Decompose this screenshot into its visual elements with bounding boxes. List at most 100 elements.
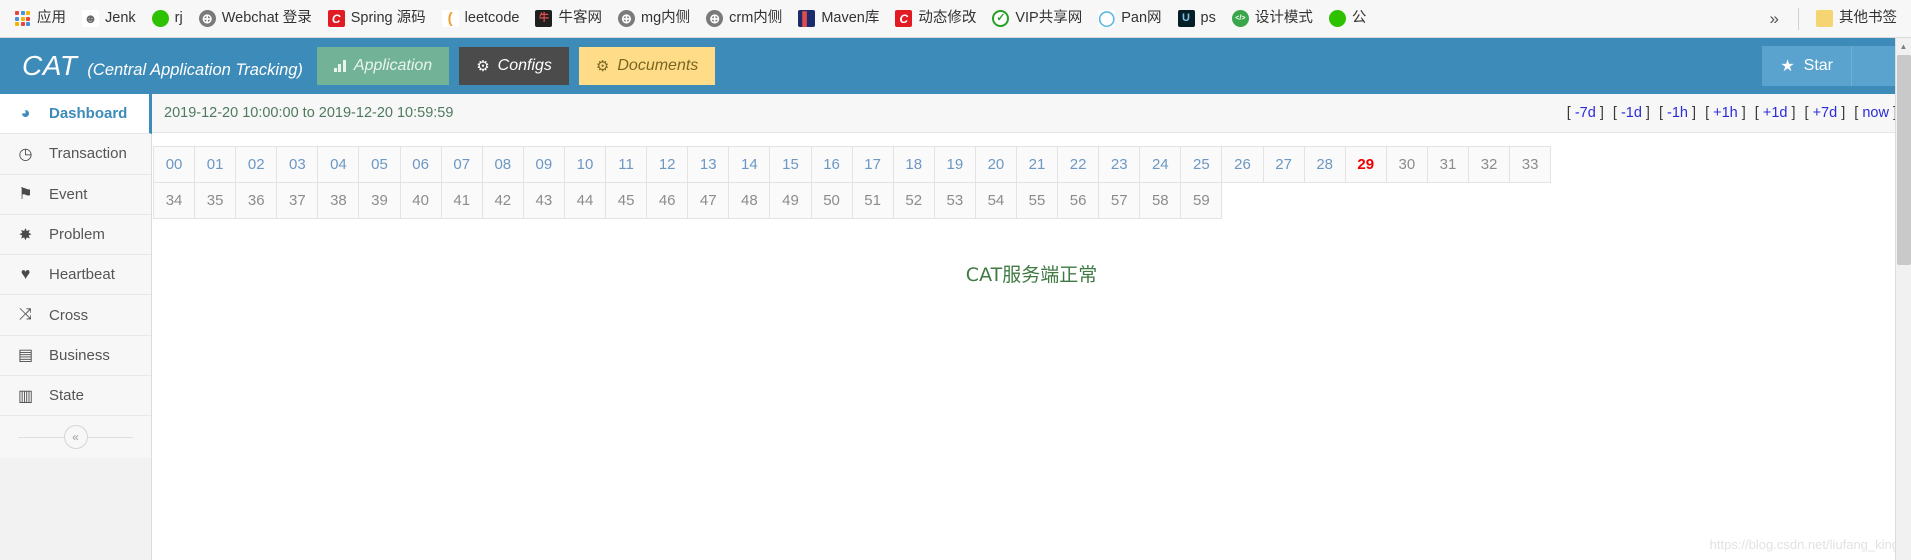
gears-icon: ⚙	[595, 58, 610, 75]
star-button[interactable]: ★ Star	[1762, 46, 1851, 86]
header-tab-configs[interactable]: ⚙ Configs	[459, 47, 569, 85]
bookmark-label: 动态修改	[918, 10, 977, 27]
bookmarks-overflow-button[interactable]: »	[1760, 7, 1789, 31]
minute-cell[interactable]: 02	[236, 147, 278, 183]
sidebar-item-label: Cross	[49, 306, 89, 324]
bracket-open: [	[1566, 105, 1575, 121]
bracket-close: ]	[1641, 105, 1650, 121]
shuffle-icon: ⤨	[19, 306, 32, 324]
minute-cell[interactable]: 25	[1181, 147, 1223, 183]
minute-cell[interactable]: 09	[523, 147, 565, 183]
bookmark-item[interactable]: 应用	[6, 7, 74, 30]
bookmark-item[interactable]: C 动态修改	[887, 7, 984, 30]
c-red-icon: C	[327, 10, 345, 27]
bookmark-item[interactable]: ⊕ Webchat 登录	[191, 7, 320, 30]
minute-cell: 36	[236, 183, 278, 219]
minute-cell[interactable]: 04	[318, 147, 360, 183]
list-icon: ▤	[17, 347, 34, 365]
sidebar-item-problem[interactable]: ✸ Problem	[0, 214, 151, 256]
bookmark-item[interactable]: ⊕ crm内侧	[698, 7, 790, 30]
bookmark-item[interactable]: ▌ Maven库	[790, 7, 887, 30]
bookmark-item[interactable]: ☻ Jenk	[74, 7, 144, 30]
bookmark-item[interactable]: rj	[144, 7, 191, 30]
time-shortcut-minus-7d[interactable]: [ -7d ]	[1567, 105, 1604, 121]
minute-cell[interactable]: 26	[1222, 147, 1264, 183]
minute-cell[interactable]: 08	[482, 147, 524, 183]
bookmark-label: 应用	[37, 10, 66, 27]
time-shortcut-plusminus-7d[interactable]: [ +7d ]	[1805, 105, 1846, 121]
minute-cell[interactable]: 27	[1263, 147, 1305, 183]
bookmark-item[interactable]: C Spring 源码	[320, 7, 434, 30]
sidebar-collapse-button[interactable]: «	[63, 425, 88, 450]
sidebar-item-business[interactable]: ▤ Business	[0, 335, 151, 377]
time-shortcut-now[interactable]: [ now ]	[1854, 105, 1897, 121]
page-scrollbar[interactable]: ▲	[1895, 38, 1911, 560]
time-shortcut-minus-1d[interactable]: [ -1d ]	[1613, 105, 1650, 121]
time-shortcut-plusminus-1d[interactable]: [ +1d ]	[1755, 105, 1796, 121]
bookmark-item[interactable]: (leetcode	[434, 7, 528, 30]
pan-cloud-icon: ◯	[1098, 10, 1116, 27]
bookmark-item[interactable]: 公	[1321, 7, 1375, 30]
time-range-label: 2019-12-20 10:00:00 to 2019-12-20 10:59:…	[164, 105, 454, 121]
sidebar-item-event[interactable]: ⚑ Event	[0, 174, 151, 215]
bookmark-item[interactable]: ✓ VIP共享网	[984, 7, 1090, 30]
minute-cell[interactable]: 19	[934, 147, 976, 183]
minute-cell[interactable]: 23	[1099, 147, 1141, 183]
other-bookmarks-label: 其他书签	[1839, 10, 1897, 27]
app-body: ◕ Dashboard ◷ Transaction ⚑ Event ✸ Problem ♥ Hea…	[0, 94, 1911, 560]
minute-cell[interactable]: 22	[1058, 147, 1100, 183]
scrollbar-thumb[interactable]	[1897, 55, 1911, 265]
other-bookmarks-button[interactable]: 其他书签	[1808, 7, 1905, 30]
minute-cell[interactable]: 20	[975, 147, 1017, 183]
bookmark-item[interactable]: ◯ Pan网	[1090, 7, 1169, 30]
minute-cell[interactable]: 15	[770, 147, 812, 183]
apps-grid-icon	[14, 10, 31, 27]
minute-cell[interactable]: 24	[1140, 147, 1182, 183]
header-tab-application[interactable]: Application	[316, 47, 450, 85]
minute-cell: 38	[318, 183, 360, 219]
minute-cell[interactable]: 06	[400, 147, 442, 183]
minute-cell[interactable]: 03	[277, 147, 319, 183]
scroll-up-arrow-icon[interactable]: ▲	[1896, 38, 1911, 54]
bookmark-item[interactable]: ⊕ mg内侧	[610, 7, 698, 30]
gears-icon: ⚙	[476, 58, 490, 75]
minute-cell[interactable]: 07	[441, 147, 483, 183]
sidebar-item-transaction[interactable]: ◷ Transaction	[0, 134, 151, 175]
sidebar-item-label: Heartbeat	[49, 266, 115, 284]
sidebar-item-state[interactable]: ▥ State	[0, 376, 151, 417]
sidebar-item-heartbeat[interactable]: ♥ Heartbeat	[0, 255, 151, 296]
minute-cell: 41	[441, 183, 483, 219]
time-shortcut-label: now	[1862, 105, 1889, 121]
minute-cell[interactable]: 05	[359, 147, 401, 183]
minute-cell[interactable]: 12	[647, 147, 689, 183]
header-nav-tabs: Application ⚙ Configs ⚙ Documents	[316, 38, 716, 94]
minute-cell[interactable]: 16	[811, 147, 853, 183]
sidebar-item-dashboard[interactable]: ◕ Dashboard	[0, 94, 152, 135]
minute-cell[interactable]: 01	[195, 147, 237, 183]
minute-cell[interactable]: 00	[154, 147, 196, 183]
app-brand: CAT (Central Application Tracking)	[0, 50, 303, 82]
minute-cell: 40	[400, 183, 442, 219]
bookmark-item[interactable]: 牛牛客网	[527, 7, 610, 30]
time-shortcut-minus-1h[interactable]: [ -1h ]	[1659, 105, 1696, 121]
minute-cell[interactable]: 10	[564, 147, 607, 183]
minute-cell[interactable]: 14	[729, 147, 771, 183]
bookmark-item[interactable]: Ups	[1170, 7, 1224, 30]
minute-cell[interactable]: 13	[688, 147, 730, 183]
bug-icon: ✸	[18, 226, 33, 244]
bookmark-item[interactable]: </> 设计模式	[1224, 7, 1321, 30]
minute-cell: 52	[893, 183, 935, 219]
clock-icon: ◷	[18, 145, 33, 163]
time-shortcut-label: +1d	[1762, 105, 1788, 121]
minute-cell[interactable]: 17	[852, 147, 894, 183]
sidebar-item-cross[interactable]: ⤨ Cross	[0, 295, 151, 336]
minute-cell[interactable]: 11	[606, 147, 648, 183]
sidebar-item-label: State	[49, 387, 85, 405]
minute-cell[interactable]: 21	[1016, 147, 1059, 183]
minute-cell[interactable]: 18	[893, 147, 935, 183]
photoshop-icon: U	[1177, 10, 1195, 27]
time-shortcut-plusminus-1h[interactable]: [ +1h ]	[1705, 105, 1746, 121]
maven-icon: ▌	[798, 10, 816, 27]
header-tab-documents[interactable]: ⚙ Documents	[578, 47, 716, 85]
minute-cell[interactable]: 28	[1304, 147, 1346, 183]
